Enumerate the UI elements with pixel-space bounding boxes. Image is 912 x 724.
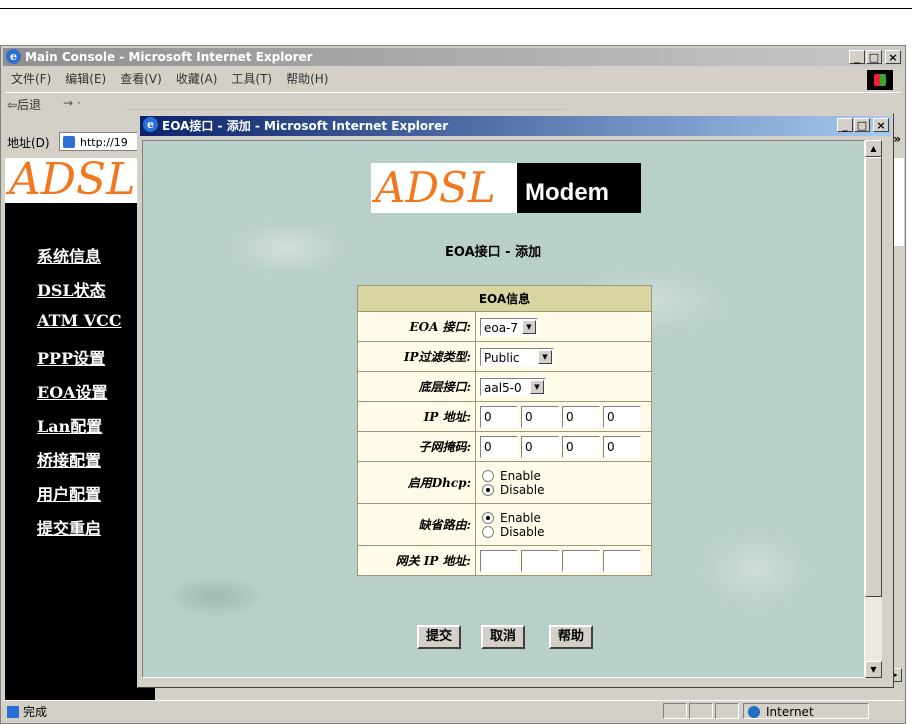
default-route-label: 缺省路由: <box>357 503 476 546</box>
eoa-interface-select[interactable]: eoa-7 ▼ <box>480 317 538 336</box>
menu-view[interactable]: 查看(V) <box>114 70 170 88</box>
nav-dsl-status[interactable]: DSL状态 <box>37 277 106 301</box>
globe-icon <box>748 706 760 718</box>
status-cell <box>715 703 739 719</box>
gateway-octet-1[interactable] <box>480 549 518 572</box>
radio-off-icon <box>482 525 494 538</box>
ip-address-octet-1[interactable]: 0 <box>480 405 518 428</box>
subnet-mask-octet-3[interactable]: 0 <box>562 435 600 458</box>
nav-user-config[interactable]: 用户配置 <box>37 481 101 505</box>
menu-favorites[interactable]: 收藏(A) <box>170 70 226 88</box>
lower-interface-select[interactable]: aal5-0 ▼ <box>480 377 546 396</box>
popup-content: ADSL Modem EOA接口 - 添加 EOA信息 EOA 接口: eoa-… <box>142 140 865 678</box>
ie-icon: e <box>143 117 158 132</box>
scroll-up-arrow-icon[interactable]: ▲ <box>865 140 882 157</box>
nav-submit-restart[interactable]: 提交重启 <box>37 515 101 539</box>
forward-arrow-icon[interactable]: → · <box>63 96 81 110</box>
nav-ppp-settings[interactable]: PPP设置 <box>37 345 105 369</box>
nav-bridge-config[interactable]: 桥接配置 <box>37 447 101 471</box>
popup-maximize-button[interactable]: □ <box>854 118 870 132</box>
security-zone: Internet <box>743 703 869 719</box>
adsl-logo: ADSL <box>9 154 136 205</box>
toolbar: ⇦后退 → · <box>5 92 901 115</box>
help-button[interactable]: 帮助 <box>549 625 593 649</box>
main-titlebar[interactable]: e Main Console - Microsoft Internet Expl… <box>3 48 903 66</box>
nav-atm-vcc[interactable]: ATM VCC <box>37 311 122 330</box>
table-header: EOA信息 <box>357 285 652 312</box>
brand-adsl: ADSL <box>371 163 521 213</box>
ip-filter-select[interactable]: Public ▼ <box>480 347 554 366</box>
toolbar-icons <box>125 95 565 110</box>
popup-titlebar[interactable]: e EOA接口 - 添加 - Microsoft Internet Explor… <box>140 116 891 136</box>
address-value: http://19 <box>80 136 128 149</box>
default-route-disable-radio[interactable]: Disable <box>480 525 647 539</box>
default-route-enable-radio[interactable]: Enable <box>480 511 647 525</box>
menu-bar: 文件(F) 编辑(E) 查看(V) 收藏(A) 工具(T) 帮助(H) <box>5 70 336 88</box>
gateway-octet-2[interactable] <box>521 549 559 572</box>
popup-minimize-button[interactable]: _ <box>837 118 853 132</box>
chevron-down-icon: ▼ <box>538 349 552 364</box>
menu-file[interactable]: 文件(F) <box>5 70 59 88</box>
maximize-button[interactable]: □ <box>866 50 882 64</box>
status-cell <box>663 703 687 719</box>
lower-interface-label: 底层接口: <box>357 371 476 402</box>
status-bar: 完成 Internet <box>3 700 903 721</box>
subnet-mask-octet-1[interactable]: 0 <box>480 435 518 458</box>
left-navigation: 系统信息 DSL状态 ATM VCC PPP设置 EOA设置 Lan配置 桥接配… <box>5 203 155 701</box>
scroll-down-arrow-icon[interactable]: ▼ <box>865 661 882 678</box>
popup-title: EOA接口 - 添加 - Microsoft Internet Explorer <box>162 119 449 133</box>
gateway-octet-4[interactable] <box>603 549 641 572</box>
menu-tools[interactable]: 工具(T) <box>225 70 280 88</box>
eoa-interface-label: EOA 接口: <box>357 311 476 342</box>
toolbar-chevron-icon[interactable]: » <box>893 132 901 146</box>
minimize-button[interactable]: _ <box>849 50 865 64</box>
menu-edit[interactable]: 编辑(E) <box>59 70 114 88</box>
ip-address-octet-2[interactable]: 0 <box>521 405 559 428</box>
dhcp-disable-radio[interactable]: Disable <box>480 483 647 497</box>
close-button[interactable]: × <box>885 50 901 64</box>
brand-header: ADSL Modem <box>371 163 641 213</box>
ip-filter-label: IP过滤类型: <box>357 341 476 372</box>
gateway-octet-3[interactable] <box>562 549 600 572</box>
status-cell <box>689 703 713 719</box>
page-done-icon <box>7 706 19 718</box>
dhcp-enable-radio[interactable]: Enable <box>480 469 647 483</box>
scroll-thumb[interactable] <box>865 157 882 597</box>
radio-on-icon <box>482 511 494 524</box>
chevron-down-icon: ▼ <box>522 319 536 334</box>
ip-address-octet-4[interactable]: 0 <box>603 405 641 428</box>
subnet-mask-label: 子网掩码: <box>357 431 476 462</box>
page-title: EOA接口 - 添加 <box>445 245 542 260</box>
chevron-down-icon: ▼ <box>530 379 544 394</box>
eoa-add-popup-window: e EOA接口 - 添加 - Microsoft Internet Explor… <box>137 113 894 688</box>
radio-on-icon <box>482 483 494 496</box>
popup-close-button[interactable]: × <box>873 118 889 132</box>
dhcp-label: 启用Dhcp: <box>357 461 476 504</box>
subnet-mask-octet-2[interactable]: 0 <box>521 435 559 458</box>
menu-help[interactable]: 帮助(H) <box>280 70 336 88</box>
status-text: 完成 <box>7 703 47 720</box>
subnet-mask-octet-4[interactable]: 0 <box>603 435 641 458</box>
nav-system-info[interactable]: 系统信息 <box>37 243 101 267</box>
ip-address-octet-3[interactable]: 0 <box>562 405 600 428</box>
cancel-button[interactable]: 取消 <box>481 625 525 649</box>
ip-address-label: IP 地址: <box>357 401 476 432</box>
popup-vertical-scrollbar[interactable]: ▲ ▼ <box>865 140 882 678</box>
eoa-info-table: EOA信息 EOA 接口: eoa-7 ▼ IP过滤类型: Public ▼ 底层接… <box>357 285 652 576</box>
brand-modem: Modem <box>517 163 641 213</box>
back-button[interactable]: ⇦后退 <box>7 96 41 113</box>
gateway-label: 网关 IP 地址: <box>357 545 476 576</box>
radio-off-icon <box>482 469 494 482</box>
address-input[interactable]: http://19 <box>59 132 149 151</box>
address-label: 地址(D) <box>7 136 50 150</box>
ie-icon: e <box>6 49 21 64</box>
submit-button[interactable]: 提交 <box>417 625 461 649</box>
nav-lan-config[interactable]: Lan配置 <box>37 413 102 437</box>
windows-logo-icon <box>867 70 893 90</box>
page-icon <box>63 136 75 148</box>
main-window-title: Main Console - Microsoft Internet Explor… <box>25 50 313 64</box>
nav-eoa-settings[interactable]: EOA设置 <box>37 379 108 403</box>
top-border <box>0 0 912 9</box>
